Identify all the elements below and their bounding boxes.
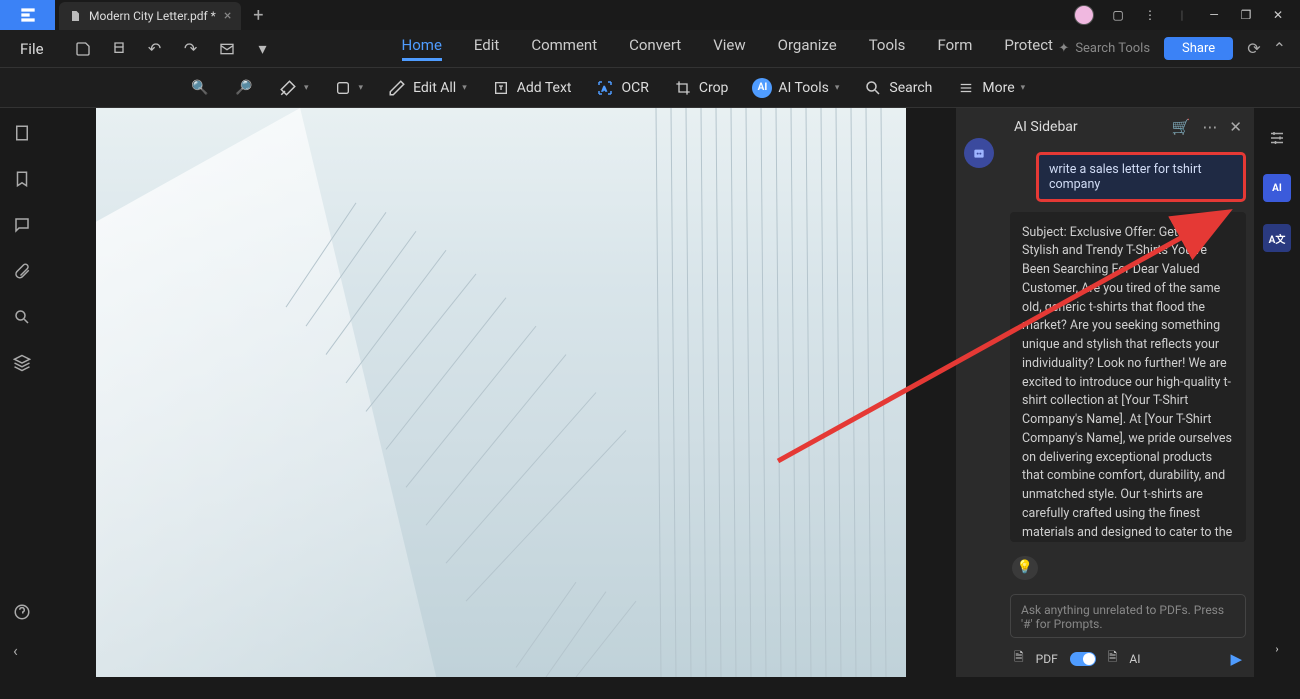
- more-button[interactable]: More▾: [956, 78, 1025, 98]
- ai-doc-icon: 🗎: [1108, 648, 1118, 669]
- menu-convert[interactable]: Convert: [629, 36, 681, 61]
- undo-icon[interactable]: ↶: [146, 40, 164, 58]
- adjust-icon[interactable]: [1263, 124, 1291, 152]
- translate-rail-button[interactable]: A文: [1263, 224, 1291, 252]
- file-icon: [69, 10, 81, 22]
- zoom-in-button[interactable]: 🔎: [234, 78, 254, 98]
- pdf-doc-icon: 🗎: [1014, 648, 1024, 669]
- right-rail: AI A文 ›: [1254, 108, 1300, 677]
- ai-assistant-bubble-icon[interactable]: [964, 138, 994, 168]
- crop-button[interactable]: Crop: [673, 78, 729, 98]
- ai-tools-button[interactable]: AIAI Tools▾: [752, 78, 839, 98]
- shape-button[interactable]: ▾: [333, 78, 364, 98]
- menu-comment[interactable]: Comment: [531, 36, 597, 61]
- print-icon[interactable]: [110, 40, 128, 58]
- ai-sidebar-title: AI Sidebar: [1014, 119, 1078, 135]
- add-text-label: Add Text: [517, 80, 572, 96]
- menu-organize[interactable]: Organize: [778, 36, 837, 61]
- close-tab-icon[interactable]: ×: [224, 8, 231, 24]
- cart-icon[interactable]: 🛒: [1172, 118, 1191, 136]
- add-tab-button[interactable]: +: [253, 5, 263, 26]
- ai-prompt-input[interactable]: Ask anything unrelated to PDFs. Press '#…: [1010, 594, 1246, 638]
- ai-label: AI: [1129, 652, 1140, 666]
- ai-response-text: Subject: Exclusive Offer: Get the Stylis…: [1022, 225, 1234, 542]
- document-canvas[interactable]: [46, 108, 956, 677]
- ai-prompt-placeholder: Ask anything unrelated to PDFs. Press '#…: [1021, 603, 1224, 631]
- menu-home[interactable]: Home: [402, 36, 442, 61]
- file-menu[interactable]: File: [0, 40, 64, 58]
- sparkle-icon: ✦: [1058, 41, 1069, 56]
- cloud-sync-icon[interactable]: ⟳: [1247, 39, 1260, 58]
- close-window-button[interactable]: ✕: [1270, 7, 1286, 23]
- pdf-label: PDF: [1036, 652, 1058, 666]
- menu-bar: File ↶ ↷ ▾ Home Edit Comment Convert Vie…: [0, 30, 1300, 68]
- pdf-page: [96, 108, 906, 677]
- lightbulb-button[interactable]: 💡: [1012, 556, 1038, 580]
- crop-label: Crop: [699, 80, 729, 96]
- collapse-left-icon[interactable]: ‹: [13, 641, 33, 661]
- search-button[interactable]: Search: [863, 78, 932, 98]
- search-tools-label: Search Tools: [1075, 41, 1150, 56]
- thumbnails-icon[interactable]: [13, 124, 33, 144]
- minimize-button[interactable]: —: [1206, 7, 1222, 23]
- save-icon[interactable]: [74, 40, 92, 58]
- send-icon[interactable]: ▶: [1230, 650, 1242, 668]
- pdf-ai-toggle[interactable]: [1070, 652, 1096, 666]
- more-label: More: [982, 80, 1014, 96]
- maximize-button[interactable]: ❐: [1238, 7, 1254, 23]
- document-tab[interactable]: Modern City Letter.pdf * ×: [59, 2, 241, 30]
- ai-sidebar-panel: AI Sidebar 🛒 ⋯ ✕ write a sales letter fo…: [1002, 108, 1254, 677]
- user-prompt-bubble: write a sales letter for tshirt company: [1036, 152, 1246, 202]
- highlight-button[interactable]: ▾: [278, 78, 309, 98]
- kebab-icon[interactable]: ⋮: [1142, 7, 1158, 23]
- ocr-label: OCR: [621, 80, 648, 96]
- bookmarks-icon[interactable]: [13, 170, 33, 190]
- layers-icon[interactable]: [13, 354, 33, 374]
- redo-icon[interactable]: ↷: [182, 40, 200, 58]
- left-sidebar: ‹: [0, 108, 46, 677]
- user-prompt-text: write a sales letter for tshirt company: [1049, 162, 1202, 192]
- title-bar: Modern City Letter.pdf * × + ▢ ⋮ | — ❐ ✕: [0, 0, 1300, 30]
- svg-text:A: A: [602, 85, 607, 93]
- menu-protect[interactable]: Protect: [1004, 36, 1053, 61]
- ocr-button[interactable]: A OCR: [595, 78, 648, 98]
- mail-icon[interactable]: [218, 40, 236, 58]
- ai-rail-button[interactable]: AI: [1263, 174, 1291, 202]
- menu-tools[interactable]: Tools: [869, 36, 906, 61]
- menu-view[interactable]: View: [713, 36, 745, 61]
- find-icon[interactable]: [13, 308, 33, 328]
- share-button[interactable]: Share: [1164, 37, 1233, 60]
- close-ai-panel-icon[interactable]: ✕: [1229, 118, 1242, 136]
- ai-pin-column: [956, 108, 1002, 677]
- ai-circle-icon: AI: [752, 78, 772, 98]
- ai-more-icon[interactable]: ⋯: [1202, 118, 1217, 136]
- zoom-out-button[interactable]: 🔍: [190, 78, 210, 98]
- status-bar: [0, 677, 1300, 699]
- expand-right-icon[interactable]: ›: [1263, 635, 1291, 663]
- menu-edit[interactable]: Edit: [474, 36, 499, 61]
- edit-all-label: Edit All: [413, 80, 456, 96]
- toolbar: 🔍 🔎 ▾ ▾ Edit All▾ Add Text A OCR Crop AI A…: [0, 68, 1300, 108]
- main-menu: Home Edit Comment Convert View Organize …: [402, 36, 1053, 61]
- search-tools[interactable]: ✦ Search Tools: [1058, 41, 1150, 56]
- edit-all-button[interactable]: Edit All▾: [387, 78, 467, 98]
- app-logo[interactable]: [0, 0, 55, 30]
- chat-icon[interactable]: ▢: [1110, 7, 1126, 23]
- collapse-ribbon-icon[interactable]: ⌃: [1273, 39, 1286, 58]
- tab-title: Modern City Letter.pdf *: [89, 9, 216, 23]
- ai-tools-label: AI Tools: [778, 80, 828, 96]
- avatar[interactable]: [1074, 5, 1094, 25]
- add-text-button[interactable]: Add Text: [491, 78, 572, 98]
- dropdown-icon[interactable]: ▾: [254, 40, 272, 58]
- ai-response-box: Subject: Exclusive Offer: Get the Stylis…: [1010, 212, 1246, 542]
- search-label: Search: [889, 80, 932, 96]
- comments-icon[interactable]: [13, 216, 33, 236]
- attachments-icon[interactable]: [13, 262, 33, 282]
- menu-form[interactable]: Form: [937, 36, 972, 61]
- help-icon[interactable]: [13, 603, 33, 623]
